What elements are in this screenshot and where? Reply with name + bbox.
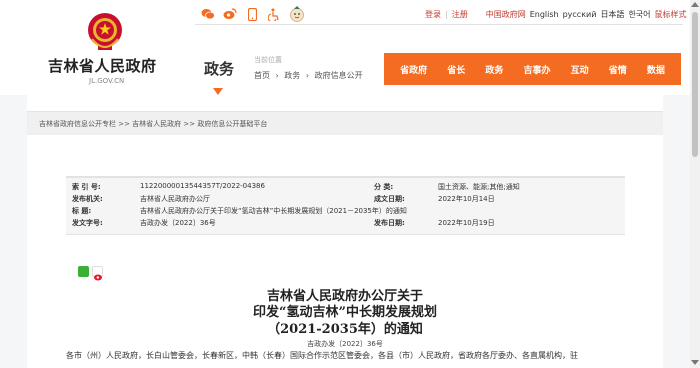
login-link[interactable]: 登录 [425, 9, 441, 20]
location-label: 当前位置 [254, 56, 282, 64]
index-number-value: 11220000013544357T/2022-04386 [140, 182, 265, 190]
document-metadata: 索 引 号: 11220000013544357T/2022-04386 分 类… [66, 176, 625, 235]
nav-item-province-info[interactable]: 省情 [609, 63, 627, 76]
document-body-text: 各市（州）人民政府，长白山管委会，长春新区，中韩（长春）国际合作示范区管委会，各… [66, 351, 578, 360]
social-icons [201, 5, 305, 23]
nav-item-interaction[interactable]: 互动 [571, 63, 589, 76]
accessibility-icon[interactable] [267, 7, 281, 21]
section-title: 政务 [204, 60, 235, 78]
japanese-link[interactable]: 日本語 [600, 9, 624, 20]
title-label: 标 题: [72, 207, 92, 215]
gov-cn-link[interactable]: 中国政府网 [486, 9, 526, 20]
disclosure-path[interactable]: 吉林省政府信息公开专栏 >> 吉林省人民政府 >> 政府信息公开基础平台 [27, 111, 663, 135]
korean-link[interactable]: 한국어 [628, 9, 650, 20]
breadcrumb-separator: › [305, 71, 310, 80]
nav-item-affairs[interactable]: 政务 [485, 63, 503, 76]
share-buttons [78, 266, 103, 281]
breadcrumb-affairs[interactable]: 政务 [284, 71, 300, 80]
mascot-icon[interactable] [289, 5, 305, 23]
breadcrumb-separator: › [275, 71, 279, 80]
title-value: 吉林省人民政府办公厅关于印发“氢动吉林”中长期发展规划（2021－2035年）的… [140, 207, 407, 215]
issuer-label: 发布机关: [72, 195, 103, 203]
site-domain: JL.GOV.CN [89, 77, 125, 85]
written-date-value: 2022年10月14日 [438, 195, 495, 203]
weixin-icon[interactable] [201, 7, 215, 21]
main-nav: 省政府 省长 政务 吉事办 互动 省情 数据 [384, 53, 681, 85]
mouse-style-link[interactable]: 鼠标样式 [655, 9, 687, 20]
register-link[interactable]: 注册 [452, 9, 468, 20]
document-title-line-3: （2021-2035年）的通知 [267, 322, 423, 337]
category-label: 分 类: [374, 183, 394, 191]
nav-item-provincial-gov[interactable]: 省政府 [400, 63, 427, 76]
doc-number-value: 吉政办发〔2022〕36号 [140, 219, 216, 227]
breadcrumb-home[interactable]: 首页 [254, 71, 270, 80]
scrollbar-thumb[interactable] [692, 12, 698, 157]
nav-item-governor[interactable]: 省长 [447, 63, 465, 76]
scroll-up-arrow-icon[interactable] [691, 2, 699, 7]
breadcrumb: 首页 › 政务 › 政府信息公开 [254, 70, 366, 81]
nav-item-services[interactable]: 吉事办 [523, 63, 550, 76]
doc-number-label: 发文字号: [72, 219, 103, 227]
link-separator: | [445, 10, 448, 19]
nav-item-data[interactable]: 数据 [647, 63, 665, 76]
breadcrumb-info-disclosure[interactable]: 政府信息公开 [315, 71, 363, 80]
weibo-icon[interactable] [223, 7, 237, 21]
site-title[interactable]: 吉林省人民政府 [48, 55, 157, 76]
top-links: 登录 | 注册 中国政府网 English русский 日本語 한국어 鼠标… [425, 9, 687, 20]
scroll-down-arrow-icon[interactable] [691, 360, 699, 365]
share-weixin-icon[interactable] [78, 266, 89, 277]
national-emblem-icon [88, 13, 122, 50]
publish-date-label: 发布日期: [374, 219, 405, 227]
russian-link[interactable]: русский [563, 10, 597, 19]
issuer-value: 吉林省人民政府办公厅 [140, 195, 210, 203]
document-number: 吉政办发〔2022〕36号 [307, 340, 383, 348]
header-divider [195, 24, 683, 25]
category-value: 国土资源、能源;其他;通知 [438, 183, 520, 191]
publish-date-value: 2022年10月19日 [438, 219, 495, 227]
phone-icon[interactable] [245, 7, 259, 21]
index-number-label: 索 引 号: [72, 183, 101, 191]
english-link[interactable]: English [530, 10, 559, 19]
share-weibo-icon[interactable] [92, 266, 103, 281]
section-indicator-arrow [213, 88, 223, 95]
page-header: 吉林省人民政府 JL.GOV.CN 政务 当前位置 首页 › 政务 › 政府信息… [0, 0, 690, 95]
written-date-label: 成文日期: [374, 195, 405, 203]
